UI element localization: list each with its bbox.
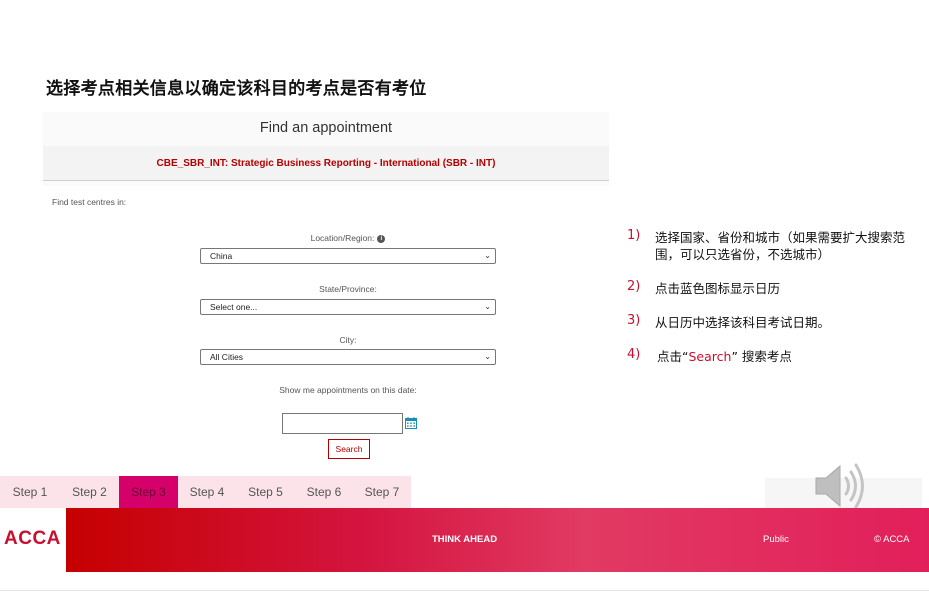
search-button[interactable]: Search [328, 439, 370, 459]
instruction-number: 3) [627, 313, 641, 328]
instruction-text: 选择国家、省份和城市（如果需要扩大搜索范围，可以只选省份，不选城市） [655, 230, 906, 262]
appointment-screenshot: Find an appointment CBE_SBR_INT: Strateg… [43, 112, 609, 467]
instruction-text: 点击“Search” 搜索考点 [657, 348, 919, 365]
state-value: Select one... [210, 302, 258, 312]
step-1-tab[interactable]: Step 1 [0, 476, 60, 508]
course-banner: CBE_SBR_INT: Strategic Business Reportin… [43, 146, 609, 181]
city-label: City: [339, 335, 357, 345]
chevron-down-icon: ⌄ [484, 352, 491, 361]
step-5-tab[interactable]: Step 5 [236, 476, 295, 508]
course-name: CBE_SBR_INT: Strategic Business Reportin… [156, 157, 496, 169]
step-3-tab[interactable]: Step 3 [119, 476, 178, 508]
instruction-number: 1) [627, 228, 641, 243]
location-value: China [210, 251, 233, 261]
find-appointment-title: Find an appointment [259, 120, 393, 136]
slide-title: 选择考点相关信息以确定该科目的考点是否有考位 [46, 79, 427, 99]
find-test-centres-label: Find test centres in: [52, 197, 127, 207]
footer-tagline: THINK AHEAD [432, 534, 498, 545]
divider [0, 590, 929, 591]
location-label-text: Location/Region: [310, 233, 375, 243]
step-4-tab[interactable]: Step 4 [178, 476, 236, 508]
instruction-text: 点击蓝色图标显示日历 [655, 281, 781, 296]
location-label: Location/Region: i [43, 233, 653, 243]
search-form: Find test centres in: Location/Region: i … [43, 186, 609, 467]
instruction-text-after: ” 搜索考点 [731, 349, 792, 364]
footer-copyright: © ACCA [874, 534, 910, 545]
step-2-tab[interactable]: Step 2 [60, 476, 119, 508]
chevron-down-icon: ⌄ [484, 302, 491, 311]
instruction-number: 2) [627, 279, 641, 294]
step-navigation: Step 1 Step 2 Step 3 Step 4 Step 5 Step … [0, 476, 411, 508]
info-icon[interactable]: i [377, 234, 386, 243]
chevron-down-icon: ⌄ [484, 251, 491, 260]
acca-logo: ACCA [4, 528, 61, 549]
calendar-icon[interactable] [405, 417, 417, 429]
search-highlight: Search [688, 349, 732, 364]
instruction-text: 从日历中选择该科目考试日期。 [655, 315, 831, 330]
city-select[interactable]: All Cities ⌄ [200, 349, 496, 365]
date-input[interactable] [282, 413, 403, 434]
state-select[interactable]: Select one... ⌄ [200, 299, 496, 315]
date-label: Show me appointments on this date: [279, 385, 417, 395]
instruction-number: 4) [627, 347, 641, 362]
footer-banner: THINK AHEAD Public © ACCA [66, 508, 929, 572]
location-select[interactable]: China ⌄ [200, 248, 496, 264]
city-value: All Cities [210, 352, 244, 362]
instruction-text-before: 点击“ [657, 349, 689, 364]
step-6-tab[interactable]: Step 6 [295, 476, 353, 508]
speaker-icon[interactable] [810, 456, 874, 516]
step-7-tab[interactable]: Step 7 [353, 476, 411, 508]
state-label: State/Province: [319, 284, 377, 294]
footer-classification: Public [763, 534, 789, 545]
